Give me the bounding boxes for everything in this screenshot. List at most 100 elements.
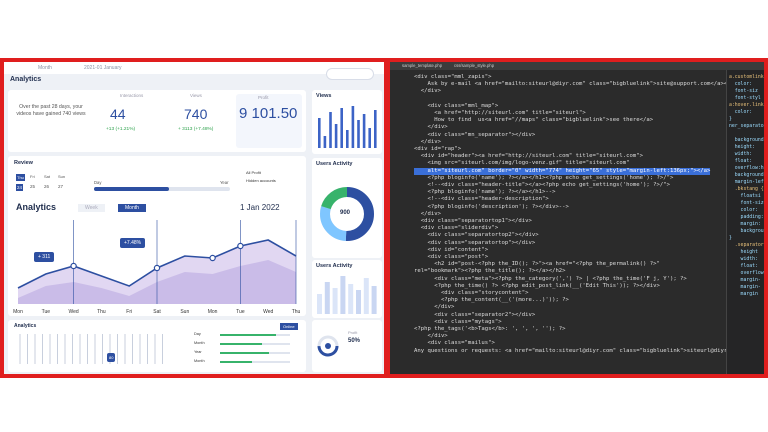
code-line[interactable]: </div> <box>414 333 447 340</box>
code-line[interactable]: <?php the_time() ?> <?php edit_post_link… <box>414 283 660 290</box>
code-line[interactable]: <div class="storycontent"> <box>414 290 529 297</box>
css-line: color: <box>729 82 753 87</box>
code-line[interactable]: How to find us<a href="//maps" class="bi… <box>414 117 653 124</box>
tab-week[interactable]: Week <box>78 204 105 212</box>
code-line[interactable]: <?php bloginfo('name'); ?></a></h1><?php… <box>414 175 673 182</box>
views-bar <box>362 114 366 148</box>
css-line: float: <box>729 159 753 164</box>
analytics-bottom-card: Analytics Online 80 Day Month Year Month <box>8 320 306 372</box>
search-input[interactable] <box>326 68 374 80</box>
code-line[interactable]: <div id="content"> <box>414 247 488 254</box>
code-line[interactable]: <!--<div class="header-description"> <box>414 196 548 203</box>
date-number[interactable]: 27 <box>58 184 63 189</box>
date-number[interactable]: 24 <box>16 184 24 191</box>
code-line[interactable]: <div class="mml_map"> <box>414 103 498 110</box>
level-sliders[interactable] <box>14 330 174 370</box>
css-line: margin- <box>729 285 761 290</box>
code-line[interactable]: </div> <box>414 124 447 131</box>
views-bar <box>351 106 355 148</box>
css-pane[interactable]: a.customlink color: font-siz font-styl a:… <box>726 70 764 374</box>
code-line[interactable]: <?php the_tags('<b>Tags</b>: ', ', ', ''… <box>414 326 566 333</box>
stat-delta: +13 (+1.21%) <box>106 127 136 132</box>
code-line[interactable]: <?php bloginfo('description'); ?></div>-… <box>414 204 568 211</box>
chart-callout: +7.48% <box>120 238 146 248</box>
x-tick-label: Thu <box>97 309 106 315</box>
code-line[interactable]: alt="siteurl.com" border="0" width="774"… <box>414 167 711 175</box>
code-line[interactable]: <img src="siteurl.com/img/logo-venz.gif"… <box>414 160 629 167</box>
css-line: margin: <box>729 222 761 227</box>
code-line[interactable]: </div> <box>414 304 454 311</box>
css-line: padding: <box>729 215 764 220</box>
editor-tab[interactable]: css/sample_style.php <box>454 63 494 68</box>
legend-item: All Profit <box>246 170 261 175</box>
views-title: Views <box>316 93 332 99</box>
users-bar <box>348 284 354 314</box>
css-line: floatsi <box>729 194 761 199</box>
code-line[interactable]: <div class="mml_zapis"> <box>414 74 491 81</box>
day-tab[interactable]: Sun <box>58 174 65 179</box>
code-line[interactable]: <div id="rap"> <box>414 146 461 153</box>
editor-tabbar: sample_template.php css/sample_style.php <box>390 62 764 70</box>
views-bar <box>340 108 343 148</box>
code-line[interactable]: <h2 id="post-<?php the_ID(); ?>"><a href… <box>414 261 660 268</box>
views-card: Views <box>312 90 382 154</box>
css-line: font-siz <box>729 89 758 94</box>
code-line[interactable]: <div class="mn_separator"></div> <box>414 132 535 139</box>
chart-title: Analytics <box>16 202 57 212</box>
profit-percent: 50% <box>348 338 361 344</box>
date-number[interactable]: 25 <box>30 184 35 189</box>
donut-value: 900 <box>340 210 351 216</box>
code-line[interactable]: </div> <box>414 211 441 218</box>
code-line[interactable]: <div id="header"><a href="http://siteurl… <box>414 153 643 160</box>
code-line[interactable]: <div class="separatortop"></div> <box>414 240 535 247</box>
code-line[interactable]: <div class="mailus"> <box>414 340 494 347</box>
stat-label: Profit <box>258 95 269 100</box>
code-line[interactable]: </div> <box>414 88 441 95</box>
tab-month[interactable]: Month <box>118 204 146 212</box>
code-line[interactable]: <!--<div class="header-title"></a><?php … <box>414 182 669 189</box>
breadcrumb[interactable]: Month <box>38 65 52 71</box>
code-line[interactable]: <?php bloginfo('name'); ?></a></h1>--> <box>414 189 555 196</box>
code-line[interactable]: Any questions or requests: <a href="mail… <box>414 348 764 355</box>
day-tab[interactable]: Thu <box>16 174 25 181</box>
code-line[interactable]: rel="bookmark"><?php the_title(); ?></a>… <box>414 268 566 275</box>
progress-label: Month <box>194 341 205 345</box>
code-line[interactable]: <div class="separatortop2"></div> <box>414 232 538 239</box>
code-line[interactable]: <a href="http://siteurl.com" title="site… <box>414 110 586 117</box>
day-tab[interactable]: Fri <box>30 174 35 179</box>
css-line: margin <box>729 292 758 297</box>
day-tab[interactable]: Sat <box>44 174 50 179</box>
x-tick-label: Tue <box>236 309 245 315</box>
css-line: float: <box>729 264 758 269</box>
users-bar <box>324 282 330 314</box>
users-activity-title: Users Activity <box>316 161 353 167</box>
analytics-bottom-title: Analytics <box>14 323 37 329</box>
code-area[interactable]: <div class="mml_zapis"> Ask by e-mail <a… <box>390 74 764 374</box>
slider-handle[interactable]: 80 <box>107 353 116 362</box>
css-line: color: <box>729 110 753 115</box>
code-line[interactable]: <div class="post"> <box>414 254 488 261</box>
code-line[interactable]: <div class="separator2"></div> <box>414 312 535 319</box>
progress-track <box>220 352 290 354</box>
css-line: a:hover.link { <box>729 103 764 108</box>
code-line[interactable]: <div class="separatortop1"></div> <box>414 218 532 225</box>
range-slider[interactable] <box>94 187 230 191</box>
editor-tab[interactable]: sample_template.php <box>402 63 442 68</box>
users-activity-title: Users Activity <box>316 263 353 269</box>
date-number[interactable]: 26 <box>44 184 49 189</box>
code-line[interactable]: <?php the_content(__('(more...)')); ?> <box>414 297 569 304</box>
code-line[interactable]: <div class="sliderdiv"> <box>414 225 498 232</box>
css-line: background <box>729 138 764 143</box>
code-line[interactable]: Ask by e-mail <a href="mailto:siteurl@di… <box>414 81 737 88</box>
code-line[interactable]: </div> <box>414 139 441 146</box>
css-line: font-styl <box>729 96 761 101</box>
views-bar <box>368 128 371 148</box>
online-badge[interactable]: Online <box>280 323 298 330</box>
code-line[interactable]: <div class="mytags"> <box>414 319 501 326</box>
code-line[interactable]: <div class="meta"><?php the_category(','… <box>414 276 687 283</box>
code-editor: sample_template.php css/sample_style.php… <box>390 62 764 374</box>
stat-value: 44 <box>110 106 126 122</box>
date-picker[interactable]: Thu Fri Sat Sun 24 25 26 27 <box>14 172 78 194</box>
progress-track <box>220 361 290 363</box>
progress-label: Day <box>194 332 201 336</box>
